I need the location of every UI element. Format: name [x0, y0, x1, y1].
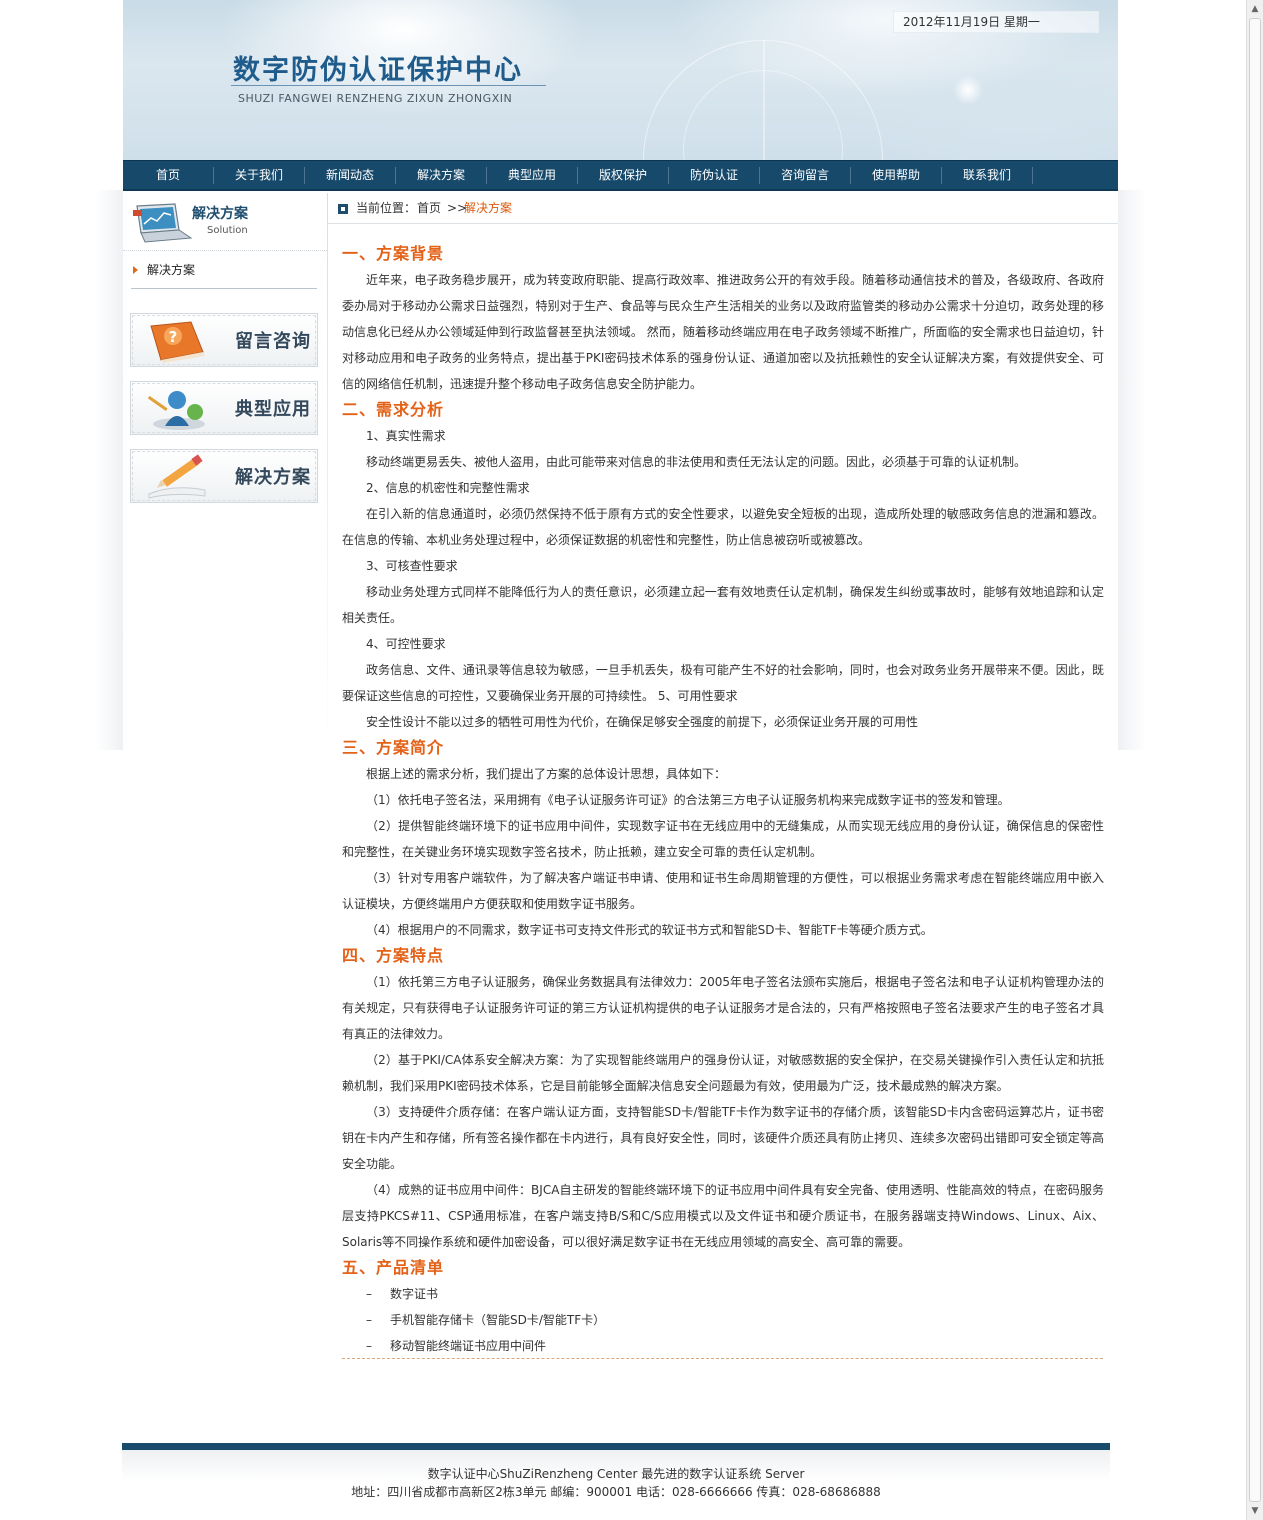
paragraph: （2）基于PKI/CA体系安全解决方案：为了实现智能终端用户的强身份认证，对敏感… [342, 1053, 1104, 1093]
question-book-icon: ? [150, 321, 205, 363]
paragraph: （1）依托电子签名法，采用拥有《电子认证服务许可证》的合法第三方电子认证服务机构… [366, 793, 1010, 807]
paragraph: 近年来，电子政务稳步展开，成为转变政府职能、提高行政效率、推进政务公开的有效手段… [342, 273, 1104, 391]
footer-line-2: 地址：四川省成都市高新区2栋3单元 邮编：900001 电话：028-66666… [351, 1485, 881, 1499]
page-shadow-right [1118, 190, 1146, 750]
list-dash: – [366, 1313, 372, 1327]
list-item: – 数字证书 [342, 1281, 1104, 1307]
main-nav: 首页 关于我们 新闻动态 解决方案 典型应用 版权保护 防伪认证 咨询留言 使用… [123, 160, 1118, 191]
promo-solutions[interactable]: 解决方案 [130, 449, 318, 503]
breadcrumb-current[interactable]: 解决方案 [464, 193, 512, 224]
vertical-scrollbar[interactable]: ▲ ▼ [1246, 0, 1263, 1520]
site-footer: 数字认证中心ShuZiRenzheng Center 最先进的数字认证系统 Se… [122, 1450, 1110, 1520]
nav-separator [395, 167, 396, 184]
nav-item-about[interactable]: 关于我们 [219, 161, 299, 190]
page-shadow-left [95, 190, 123, 750]
list-item-label: 数字证书 [390, 1287, 439, 1301]
scroll-down-icon[interactable]: ▼ [1250, 1506, 1260, 1516]
list-item-label: 移动智能终端证书应用中间件 [390, 1339, 547, 1353]
promo-label: 典型应用 [235, 399, 311, 420]
nav-item-help[interactable]: 使用帮助 [856, 161, 936, 190]
sidebar: 解决方案 Solution 解决方案 ? 留言咨询 典型应用 解决方案 [123, 193, 327, 753]
promo-applications[interactable]: 典型应用 [130, 381, 318, 435]
page: 数字防伪认证保护中心 SHUZI FANGWEI RENZHENG ZIXUN … [0, 0, 1263, 1520]
paragraph: 3、可核查性要求 [366, 559, 458, 573]
breadcrumb-home-link[interactable]: 首页 [417, 193, 441, 224]
nav-item-news[interactable]: 新闻动态 [310, 161, 390, 190]
headset-user-icon [147, 391, 205, 430]
sidebar-item-label: 解决方案 [147, 263, 196, 277]
paragraph: （2）提供智能终端环境下的证书应用中间件，实现数字证书在无线应用中的无缝集成，从… [342, 819, 1104, 859]
paragraph: 1、真实性需求 [366, 429, 446, 443]
nav-item-applications[interactable]: 典型应用 [492, 161, 572, 190]
article: 一、方案背景 近年来，电子政务稳步展开，成为转变政府职能、提高行政效率、推进政务… [342, 241, 1104, 1359]
header-sparkle-decoration [953, 75, 983, 105]
sidebar-title-en: Solution [207, 225, 248, 236]
list-item: – 移动智能终端证书应用中间件 [342, 1333, 1104, 1359]
nav-item-copyright[interactable]: 版权保护 [583, 161, 663, 190]
nav-separator [213, 167, 214, 184]
nav-item-anticounterfeit[interactable]: 防伪认证 [674, 161, 754, 190]
site-header: 数字防伪认证保护中心 SHUZI FANGWEI RENZHENG ZIXUN … [123, 0, 1118, 160]
scrollbar-thumb[interactable] [1249, 18, 1261, 1502]
arrow-right-icon [133, 266, 138, 274]
site-subtitle: SHUZI FANGWEI RENZHENG ZIXUN ZHONGXIN [238, 92, 513, 105]
nav-separator [577, 167, 578, 184]
paragraph: 移动业务处理方式同样不能降低行为人的责任意识，必须建立起一套有效地责任认定机制，… [342, 585, 1104, 625]
section-heading: 四、方案特点 [342, 946, 445, 965]
paragraph: （4）成熟的证书应用中间件：BJCA自主研发的智能终端环境下的证书应用中间件具有… [342, 1183, 1104, 1249]
nav-separator [668, 167, 669, 184]
nav-separator [486, 167, 487, 184]
nav-item-consult[interactable]: 咨询留言 [765, 161, 845, 190]
nav-separator [941, 167, 942, 184]
sidebar-title: 解决方案 [192, 206, 248, 222]
section-heading: 一、方案背景 [342, 244, 445, 263]
section-heading: 五、产品清单 [342, 1258, 445, 1277]
nav-item-contact[interactable]: 联系我们 [947, 161, 1027, 190]
paragraph: （3）支持硬件介质存储：在客户端认证方面，支持智能SD卡/智能TF卡作为数字证书… [342, 1105, 1104, 1171]
paragraph: 根据上述的需求分析，我们提出了方案的总体设计思想，具体如下： [366, 767, 727, 781]
breadcrumb: 当前位置： 首页 >> 解决方案 [328, 193, 1118, 224]
nav-separator [850, 167, 851, 184]
paragraph: 政务信息、文件、通讯录等信息较为敏感，一旦手机丢失，极有可能产生不好的社会影响，… [342, 663, 1104, 703]
paragraph: 2、信息的机密性和完整性需求 [366, 481, 530, 495]
paragraph: 4、可控性要求 [366, 637, 446, 651]
list-dash: – [366, 1287, 372, 1301]
sidebar-header: 解决方案 Solution [123, 193, 327, 251]
section-heading: 三、方案简介 [342, 738, 445, 757]
list-item-label: 手机智能存储卡（智能SD卡/智能TF卡） [390, 1313, 606, 1327]
nav-separator [759, 167, 760, 184]
footer-bar [122, 1443, 1110, 1450]
paragraph: 在引入新的信息通道时，必须仍然保持不低于原有方式的安全性要求，以避免安全短板的出… [342, 507, 1104, 547]
nav-separator [1032, 167, 1033, 184]
promo-label: 留言咨询 [235, 331, 311, 352]
list-dash: – [366, 1339, 372, 1353]
promo-consult[interactable]: ? 留言咨询 [130, 313, 318, 367]
header-globe-decoration [763, 40, 765, 160]
svg-text:?: ? [169, 328, 178, 346]
pencil-paper-icon [148, 454, 206, 499]
location-icon [338, 204, 348, 214]
paragraph: （1）依托第三方电子认证服务，确保业务数据具有法律效力：2005年电子签名法颁布… [342, 975, 1104, 1041]
list-item: – 手机智能存储卡（智能SD卡/智能TF卡） [342, 1307, 1104, 1333]
nav-separator [304, 167, 305, 184]
promo-label: 解决方案 [235, 467, 311, 488]
nav-item-solutions[interactable]: 解决方案 [401, 161, 481, 190]
paragraph: （3）针对专用客户端软件，为了解决客户端证书申请、使用和证书生命周期管理的方便性… [342, 871, 1104, 911]
site-title-underline [231, 85, 546, 86]
paragraph: （4）根据用户的不同需求，数字证书可支持文件形式的软证书方式和智能SD卡、智能T… [366, 923, 933, 937]
paragraph: 安全性设计不能以过多的牺牲可用性为代价，在确保足够安全强度的前提下，必须保证业务… [366, 715, 919, 729]
breadcrumb-label: 当前位置： [356, 201, 417, 215]
footer-line-1: 数字认证中心ShuZiRenzheng Center 最先进的数字认证系统 Se… [427, 1467, 805, 1481]
section-heading: 二、需求分析 [342, 400, 445, 419]
sidebar-item-solutions[interactable]: 解决方案 [131, 259, 317, 289]
nav-item-home[interactable]: 首页 [128, 161, 208, 190]
scroll-up-icon[interactable]: ▲ [1250, 4, 1260, 14]
paragraph: 移动终端更易丢失、被他人盗用，由此可能带来对信息的非法使用和责任无法认定的问题。… [366, 455, 1027, 469]
site-title: 数字防伪认证保护中心 [233, 55, 523, 86]
sidebar-divider [327, 193, 328, 753]
article-end-divider [342, 1358, 1103, 1359]
laptop-icon [133, 203, 193, 243]
date-display: 2012年11月19日 星期一 [893, 11, 1099, 33]
